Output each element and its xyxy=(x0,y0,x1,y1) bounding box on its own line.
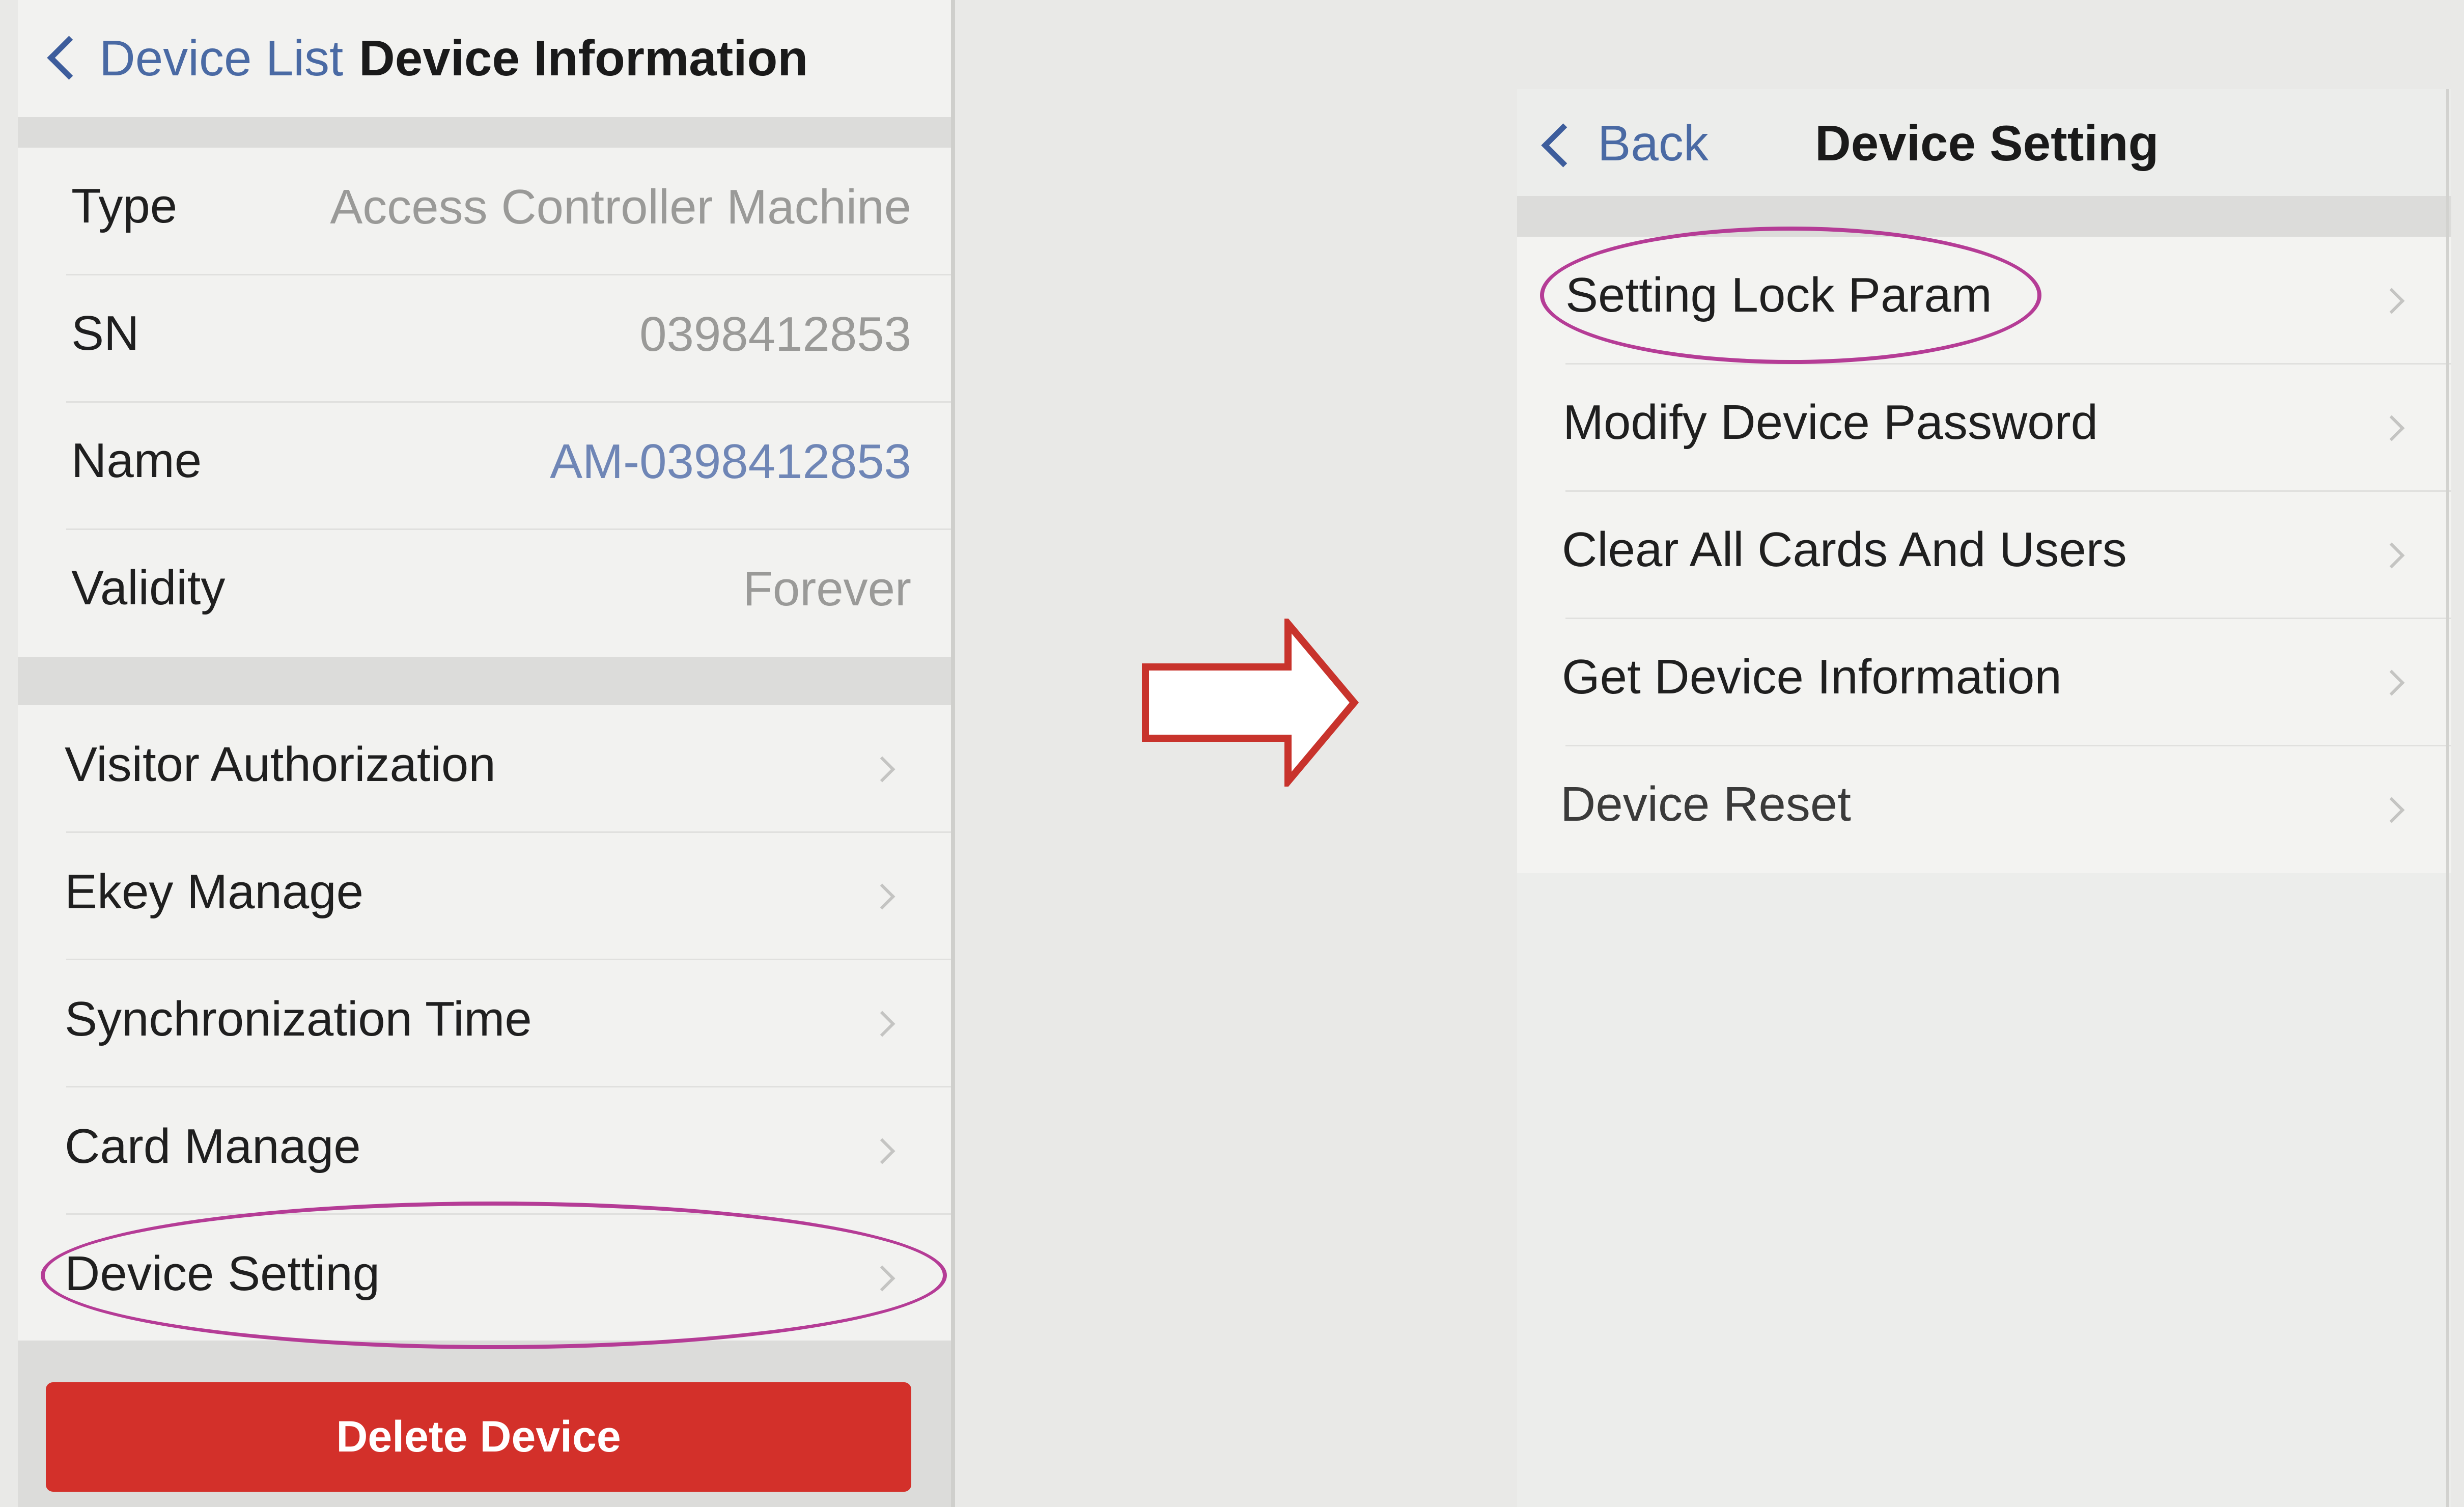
menu-item-label: Setting Lock Param xyxy=(1565,268,1992,322)
menu-item-device-reset[interactable]: Device Reset xyxy=(1517,746,2451,872)
back-chevron-icon[interactable] xyxy=(1541,123,1585,168)
menu-item-label: Clear All Cards And Users xyxy=(1562,522,2127,577)
validity-value: Forever xyxy=(743,562,911,616)
menu-item-device-setting[interactable]: Device Setting xyxy=(18,1214,952,1341)
type-value: Access Controller Machine xyxy=(330,180,911,234)
section-separator xyxy=(18,657,952,705)
validity-label: Validity xyxy=(71,561,226,615)
name-label: Name xyxy=(71,433,202,488)
right-arrow-icon xyxy=(1142,619,1359,787)
menu-item-clear-all-cards-and-users[interactable]: Clear All Cards And Users xyxy=(1517,491,2451,618)
screen-divider xyxy=(951,0,955,1507)
section-separator xyxy=(1517,196,2451,237)
chevron-right-icon xyxy=(2378,669,2405,696)
info-row-sn: SN 0398412853 xyxy=(18,275,952,401)
section-separator xyxy=(18,117,952,148)
menu-item-label: Get Device Information xyxy=(1562,650,2062,704)
back-link[interactable]: Back xyxy=(1598,115,1709,172)
device-setting-nav-bar: Back Device Setting xyxy=(1517,89,2451,196)
device-setting-screen: Back Device Setting Setting Lock Param M… xyxy=(1517,89,2451,1507)
info-row-name[interactable]: Name AM-0398412853 xyxy=(18,402,952,528)
sn-label: SN xyxy=(71,306,139,360)
chevron-right-icon xyxy=(869,883,895,910)
name-value[interactable]: AM-0398412853 xyxy=(550,434,911,490)
type-label: Type xyxy=(71,179,178,233)
page-title: Device Information xyxy=(359,30,808,86)
menu-item-label: Modify Device Password xyxy=(1563,395,2098,450)
chevron-right-icon xyxy=(869,1011,895,1037)
menu-item-label: Device Reset xyxy=(1560,777,1851,831)
menu-item-label: Synchronization Time xyxy=(65,992,532,1046)
chevron-right-icon xyxy=(2378,542,2405,569)
menu-item-synchronization-time[interactable]: Synchronization Time xyxy=(18,960,952,1086)
chevron-right-icon xyxy=(869,756,895,783)
menu-item-visitor-authorization[interactable]: Visitor Authorization xyxy=(18,705,952,831)
menu-item-label: Visitor Authorization xyxy=(65,737,496,792)
device-information-nav-bar: Device List Device Information xyxy=(18,0,952,117)
menu-item-modify-device-password[interactable]: Modify Device Password xyxy=(1517,364,2451,490)
menu-item-setting-lock-param[interactable]: Setting Lock Param xyxy=(1517,237,2451,363)
chevron-right-icon xyxy=(2378,288,2405,314)
chevron-right-icon xyxy=(2378,415,2405,441)
device-information-screen: Device List Device Information Type Acce… xyxy=(18,0,952,1507)
sn-value: 0398412853 xyxy=(639,307,911,361)
chevron-right-icon xyxy=(869,1265,895,1292)
info-row-type: Type Access Controller Machine xyxy=(18,148,952,274)
chevron-right-icon xyxy=(869,1138,895,1164)
menu-item-label: Device Setting xyxy=(65,1246,380,1301)
menu-item-ekey-manage[interactable]: Ekey Manage xyxy=(18,832,952,959)
menu-item-label: Ekey Manage xyxy=(65,864,364,919)
menu-item-label: Card Manage xyxy=(65,1119,361,1174)
delete-device-button[interactable]: Delete Device xyxy=(46,1382,911,1492)
device-list-back-link[interactable]: Device List xyxy=(99,30,343,87)
menu-item-get-device-information[interactable]: Get Device Information xyxy=(1517,619,2451,745)
chevron-right-icon xyxy=(2378,797,2405,823)
back-chevron-icon[interactable] xyxy=(47,36,91,80)
info-row-validity: Validity Forever xyxy=(18,529,952,656)
menu-item-card-manage[interactable]: Card Manage xyxy=(18,1087,952,1213)
screen-divider xyxy=(2446,89,2449,1507)
page-title: Device Setting xyxy=(1815,115,2159,171)
